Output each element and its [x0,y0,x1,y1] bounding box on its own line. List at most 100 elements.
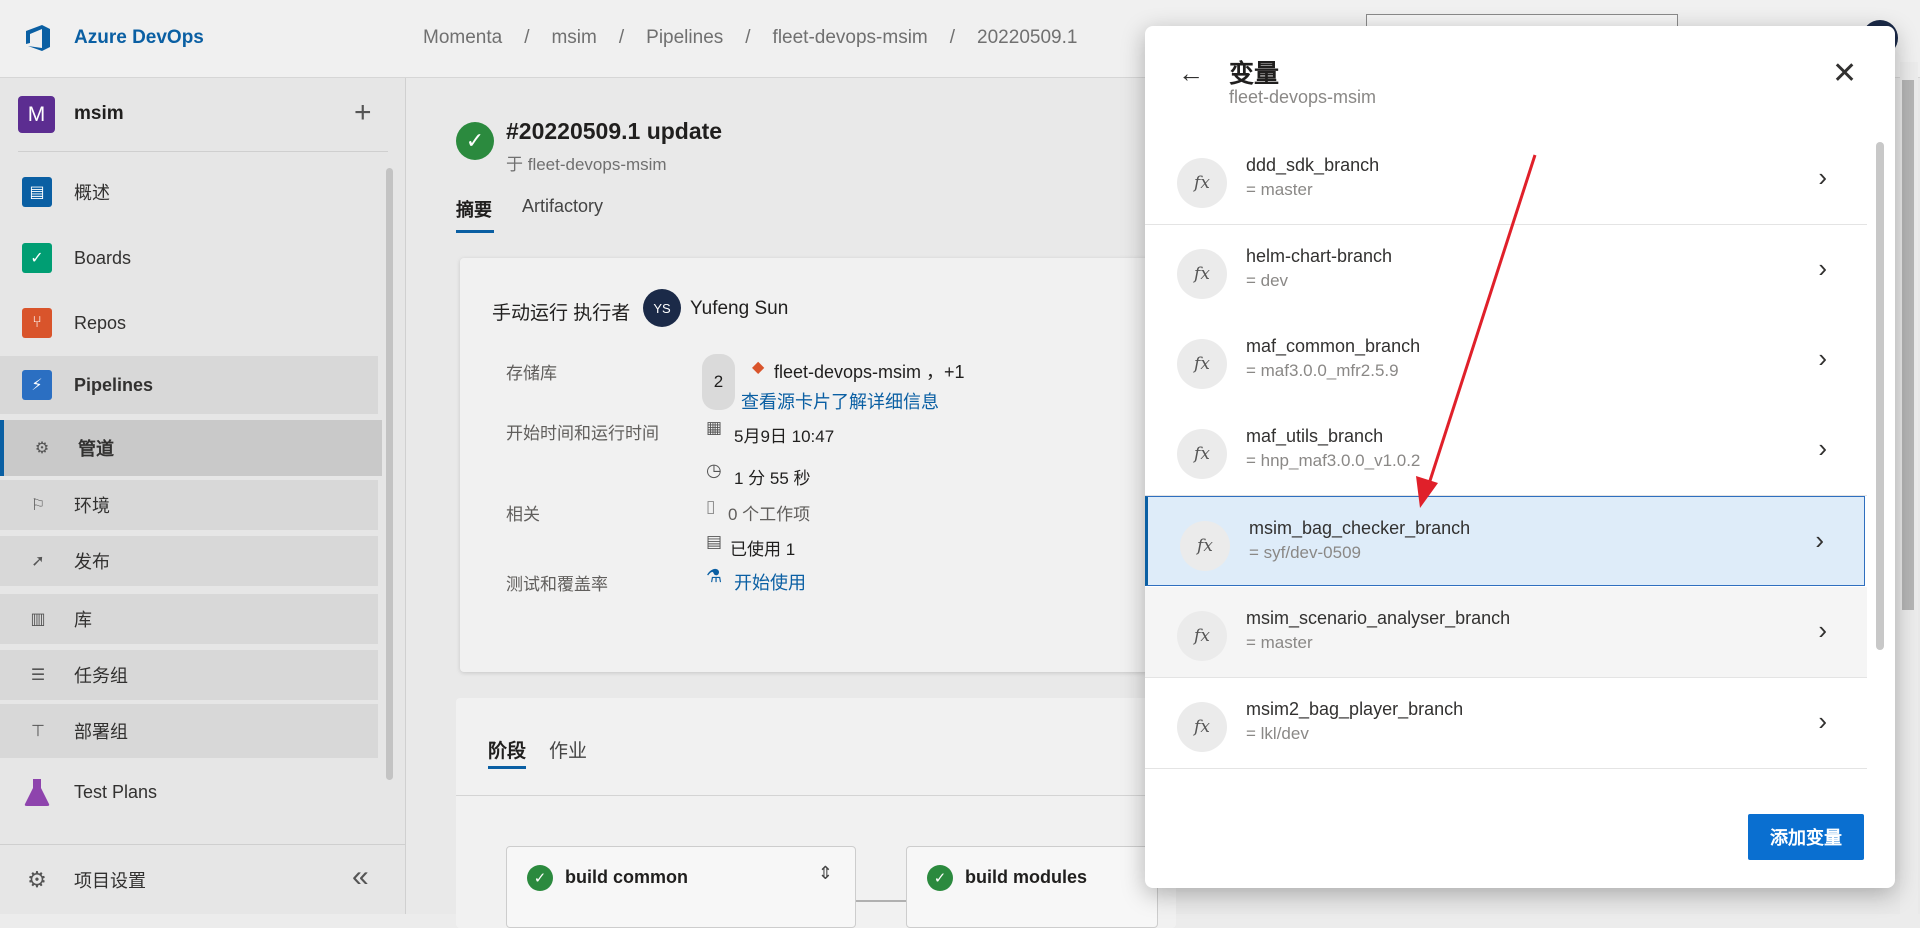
run-subtitle: 于 fleet-devops-msim [506,155,667,174]
breadcrumb-separator: / [745,27,751,48]
collapse-sidebar-icon[interactable]: « [352,860,369,894]
avatar[interactable]: YS [643,289,681,327]
sidebar-item-label: 任务组 [74,666,128,686]
tab-summary[interactable]: 摘要 [456,196,492,222]
add-icon[interactable]: + [354,96,372,130]
sidebar-subitem-pipelines[interactable]: ⚙ 管道 [0,420,382,476]
breadcrumb-pipelines[interactable]: Pipelines [646,27,723,49]
brand-name[interactable]: Azure DevOps [74,27,204,49]
divider [456,795,1176,796]
breadcrumb-project[interactable]: msim [551,27,596,49]
sidebar-divider [18,151,388,152]
sidebar-subitem-deployment-groups[interactable]: ⊤ 部署组 [0,704,378,758]
stage-build-common[interactable]: ✓ build common ⇕ [506,846,856,928]
variable-name: msim_bag_checker_branch [1249,518,1471,538]
repo-value[interactable]: fleet-devops-msim ，+1 [774,358,965,384]
git-icon: ◆ [752,359,765,376]
variable-icon: fx [1177,702,1227,752]
panel-scrollbar[interactable] [1876,142,1884,650]
sidebar-item-repos[interactable]: ⑂ Repos [0,297,378,349]
clipboard-icon: ▯ [706,497,716,516]
settings-label: 项目设置 [74,871,146,891]
variable-icon: fx [1177,611,1227,661]
variable-row[interactable]: fx msim_scenario_analyser_branch = maste… [1145,587,1867,678]
sidebar-item-test-plans[interactable]: Test Plans [0,766,378,818]
repo-details-link[interactable]: 查看源卡片了解详细信息 [741,388,939,414]
sidebar-item-pipelines[interactable]: ⚡ Pipelines [0,356,378,414]
library-icon: ▥ [30,611,46,628]
project-avatar[interactable]: M [18,96,55,133]
stage-connector [856,900,906,902]
chevron-right-icon: › [1815,525,1824,555]
breadcrumb-separator: / [524,27,530,48]
test-plans-icon [22,777,52,807]
sidebar-item-overview[interactable]: ▤ 概述 [0,166,378,218]
back-arrow-icon[interactable]: ← [1178,58,1204,89]
variable-name: ddd_sdk_branch [1246,155,1380,175]
tab-artifactory[interactable]: Artifactory [522,196,603,217]
page-scrollbar-thumb[interactable] [1902,80,1914,610]
repo-count-badge: 2 [702,354,735,410]
gear-icon: ⚙ [27,867,47,892]
variable-icon: fx [1177,249,1227,299]
work-items[interactable]: 0 个工作项 [728,500,810,525]
stage-build-modules[interactable]: ✓ build modules [906,846,1158,928]
sidebar-item-label: Test Plans [74,781,158,802]
breadcrumb-separator: / [618,27,625,48]
manual-run-label: 手动运行 执行者 [492,303,631,324]
variable-name: maf_common_branch [1246,336,1421,356]
test-coverage-label: 测试和覆盖率 [506,575,608,594]
variable-name: helm-chart-branch [1246,246,1393,266]
sidebar-divider [0,844,405,845]
consumed-artifacts[interactable]: 已使用 1 [730,535,795,560]
close-icon[interactable]: ✕ [1832,56,1857,91]
expand-collapse-icon[interactable]: ⇕ [818,863,833,884]
sidebar-item-label: 概述 [74,183,110,203]
tab-stages[interactable]: 阶段 [488,736,526,763]
breadcrumb-org[interactable]: Momenta [423,27,502,49]
sidebar-subitem-task-groups[interactable]: ☰ 任务组 [0,650,378,700]
user-name[interactable]: Yufeng Sun [690,298,788,320]
azure-devops-logo-icon[interactable] [22,22,54,54]
artifact-icon: ▤ [706,532,723,551]
tab-indicator [488,766,526,769]
calendar-icon: ▦ [706,418,723,437]
sidebar-scrollbar[interactable] [386,168,393,780]
run-title: #20220509.1 update [506,118,723,144]
project-name[interactable]: msim [74,103,124,125]
sidebar-item-label: Repos [74,312,127,333]
variable-value: = maf3.0.0_mfr2.5.9 [1246,361,1399,380]
sidebar-subitem-releases[interactable]: ➚ 发布 [0,536,378,586]
variable-name: msim_scenario_analyser_branch [1246,608,1511,628]
breadcrumb-pipeline[interactable]: fleet-devops-msim [773,27,928,49]
variable-row[interactable]: fx msim2_bag_player_branch = lkl/dev › [1145,678,1867,769]
sidebar-item-label: 部署组 [74,722,128,742]
tab-jobs[interactable]: 作业 [549,736,587,763]
chevron-right-icon: › [1818,343,1827,373]
chevron-right-icon: › [1818,706,1827,736]
variable-icon: fx [1177,158,1227,208]
sidebar-item-label: Boards [74,247,132,268]
sidebar-item-label: 环境 [74,496,110,516]
variable-row-partial [1145,769,1867,791]
pipelines-icon: ⚡ [22,370,52,400]
sidebar-subitem-environments[interactable]: ⚐ 环境 [0,480,378,530]
get-started-link[interactable]: 开始使用 [734,569,806,595]
variable-value: = master [1246,180,1313,199]
sidebar-item-boards[interactable]: ✓ Boards [0,232,378,284]
add-variable-button[interactable]: 添加变量 [1748,814,1864,860]
variable-icon: fx [1177,429,1227,479]
sidebar-item-label: 库 [74,610,92,630]
breadcrumb-separator: / [949,27,956,48]
task-group-icon: ☰ [30,667,46,684]
project-settings[interactable]: ⚙ 项目设置 [0,854,378,906]
variable-name: maf_utils_branch [1246,426,1384,446]
repos-icon: ⑂ [22,308,52,338]
breadcrumb-run[interactable]: 20220509.1 [977,27,1077,49]
sidebar-subitem-library[interactable]: ▥ 库 [0,594,378,644]
start-time: 5月9日 10:47 [734,427,835,446]
release-icon: ➚ [31,553,45,570]
related-label: 相关 [506,505,540,524]
variable-value: = hnp_maf3.0.0_v1.0.2 [1246,451,1421,470]
variable-name: msim2_bag_player_branch [1246,699,1464,719]
